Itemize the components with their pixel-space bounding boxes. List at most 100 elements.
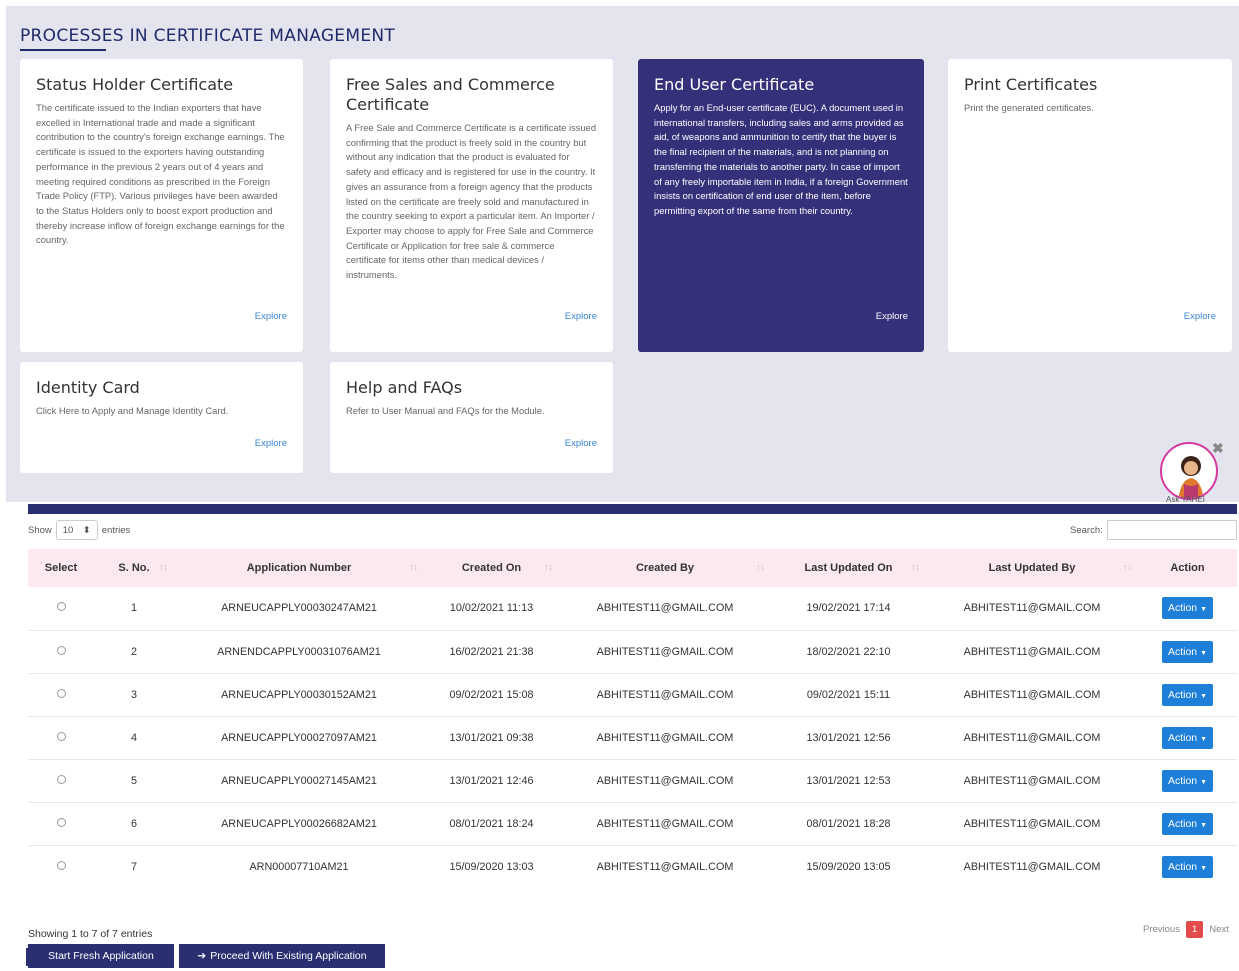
card-description: Refer to User Manual and FAQs for the Mo… [346,405,545,416]
action-dropdown-button[interactable]: Action ▼ [1161,683,1214,706]
start-fresh-label: Start Fresh Application [48,950,154,962]
action-label: Action [1167,860,1198,873]
next-link[interactable]: Next [1209,924,1229,935]
select-radio[interactable] [56,645,66,655]
explore-link[interactable]: Explore [565,311,597,322]
sort-icon[interactable]: ↑↓ [159,562,168,572]
caret-down-icon: ▼ [1200,606,1208,614]
card-identity-card[interactable]: Identity Card Click Here to Apply and Ma… [20,362,303,473]
close-icon[interactable]: ✖ [1212,440,1224,457]
entries-value: 10 [62,524,74,536]
caret-down-icon: ▼ [1200,864,1208,872]
card-help-faqs[interactable]: Help and FAQs Refer to User Manual and F… [330,362,613,473]
sort-icon[interactable]: ↑↓ [544,562,553,572]
last-updated-on-cell: 18/02/2021 22:10 [806,645,891,658]
col-application-number[interactable]: Application Number ↑↓ [174,549,424,587]
sort-icon[interactable]: ↑↓ [911,562,920,572]
arrow-right-icon: ➔ [197,950,207,962]
sort-icon[interactable]: ↑↓ [409,562,418,572]
explore-link[interactable]: Explore [1184,311,1216,322]
last-updated-by-cell: ABHITEST11@GMAIL.COM [963,774,1101,787]
col-last-updated-on[interactable]: Last Updated On ↑↓ [771,549,926,587]
card-print-certificates[interactable]: Print Certificates Print the generated c… [948,59,1232,352]
select-radio[interactable] [56,817,66,827]
title-underline [20,49,106,51]
created-by-cell: ABHITEST11@GMAIL.COM [596,688,734,701]
table-row: 5 ARNEUCAPPLY00027145AM21 13/01/2021 12:46… [28,759,1237,802]
search-input[interactable] [1106,520,1237,540]
page-1-button[interactable]: 1 [1185,921,1204,938]
caret-down-icon: ▼ [1200,735,1208,743]
created-by-cell: ABHITEST11@GMAIL.COM [596,602,734,615]
select-radio[interactable] [56,688,66,698]
select-radio[interactable] [56,774,66,784]
application-number-cell: ARNEUCAPPLY00030247AM21 [221,602,377,615]
select-cell [28,802,94,845]
sort-arrows-icon: ⬍ [82,524,91,536]
explore-link[interactable]: Explore [255,438,287,449]
show-entries-control: Show 10 ⬍ entries [28,520,130,540]
created-by-cell: ABHITEST11@GMAIL.COM [596,860,734,873]
col-sno[interactable]: S. No. ↑↓ [94,549,174,587]
action-dropdown-button[interactable]: Action ▼ [1161,769,1214,792]
search-control: Search: [1070,520,1237,540]
created-by-cell: ABHITEST11@GMAIL.COM [596,645,734,658]
explore-link[interactable]: Explore [255,311,287,322]
action-dropdown-button[interactable]: Action ▼ [1161,855,1214,878]
sort-icon[interactable]: ↑↓ [756,562,765,572]
created-on-cell: 13/01/2021 12:46 [449,774,534,787]
col-created-on[interactable]: Created On ↑↓ [424,549,559,587]
col-select: Select [44,562,78,574]
action-cell: Action ▼ [1138,673,1237,716]
last-updated-on-cell: 19/02/2021 17:14 [806,602,891,615]
entries-select[interactable]: 10 ⬍ [55,520,98,540]
action-dropdown-button[interactable]: Action ▼ [1161,812,1214,835]
card-title: Identity Card [36,378,140,397]
col-created-by[interactable]: Created By ↑↓ [559,549,771,587]
last-updated-on-cell: 15/09/2020 13:05 [806,860,891,873]
proceed-label: Proceed With Existing Application [210,950,367,962]
proceed-existing-application-button[interactable]: ➔ Proceed With Existing Application [179,944,385,968]
start-fresh-application-button[interactable]: Start Fresh Application [28,944,174,968]
assistant-avatar[interactable] [1160,442,1218,500]
assistant-avatar-icon [1178,456,1204,498]
action-dropdown-button[interactable]: Action ▼ [1161,597,1214,620]
action-label: Action [1167,688,1198,701]
select-radio[interactable] [56,602,66,612]
action-dropdown-button[interactable]: Action ▼ [1161,726,1214,749]
card-title: End User Certificate [654,75,815,94]
explore-link[interactable]: Explore [876,311,908,322]
sno-cell: 6 [130,817,137,830]
created-on-cell: 13/01/2021 09:38 [449,731,534,744]
card-end-user[interactable]: End User Certificate Apply for an End-us… [638,59,924,352]
application-number-cell: ARNEUCAPPLY00026682AM21 [221,817,377,830]
card-title: Status Holder Certificate [36,75,234,94]
assistant-label: Ask YAHEI [1166,495,1205,504]
select-cell [28,759,94,802]
action-label: Action [1167,602,1198,615]
last-updated-by-cell: ABHITEST11@GMAIL.COM [963,860,1101,873]
sno-cell: 3 [130,688,137,701]
application-number-cell: ARNEUCAPPLY00027097AM21 [221,731,377,744]
action-cell: Action ▼ [1138,802,1237,845]
sno-cell: 7 [130,860,137,873]
application-number-cell: ARNEUCAPPLY00027145AM21 [221,774,377,787]
caret-down-icon: ▼ [1200,778,1208,786]
card-description: A Free Sale and Commerce Certificate is … [346,122,597,281]
previous-link[interactable]: Previous [1143,924,1180,935]
created-by-cell: ABHITEST11@GMAIL.COM [596,817,734,830]
action-dropdown-button[interactable]: Action ▼ [1161,640,1214,663]
card-free-sales[interactable]: Free Sales and Commerce Certificate A Fr… [330,59,613,352]
col-last-updated-by[interactable]: Last Updated By ↑↓ [926,549,1138,587]
sno-cell: 5 [130,774,137,787]
explore-link[interactable]: Explore [565,438,597,449]
card-description: Print the generated certificates. [964,102,1094,113]
sort-icon[interactable]: ↑↓ [1123,562,1132,572]
action-cell: Action ▼ [1138,716,1237,759]
last-updated-on-cell: 13/01/2021 12:53 [806,774,891,787]
select-radio[interactable] [56,860,66,870]
assistant-widget[interactable]: ✖ Ask YAHEI [1160,440,1224,504]
select-radio[interactable] [56,731,66,741]
card-status-holder[interactable]: Status Holder Certificate The certificat… [20,59,303,352]
last-updated-by-cell: ABHITEST11@GMAIL.COM [963,688,1101,701]
